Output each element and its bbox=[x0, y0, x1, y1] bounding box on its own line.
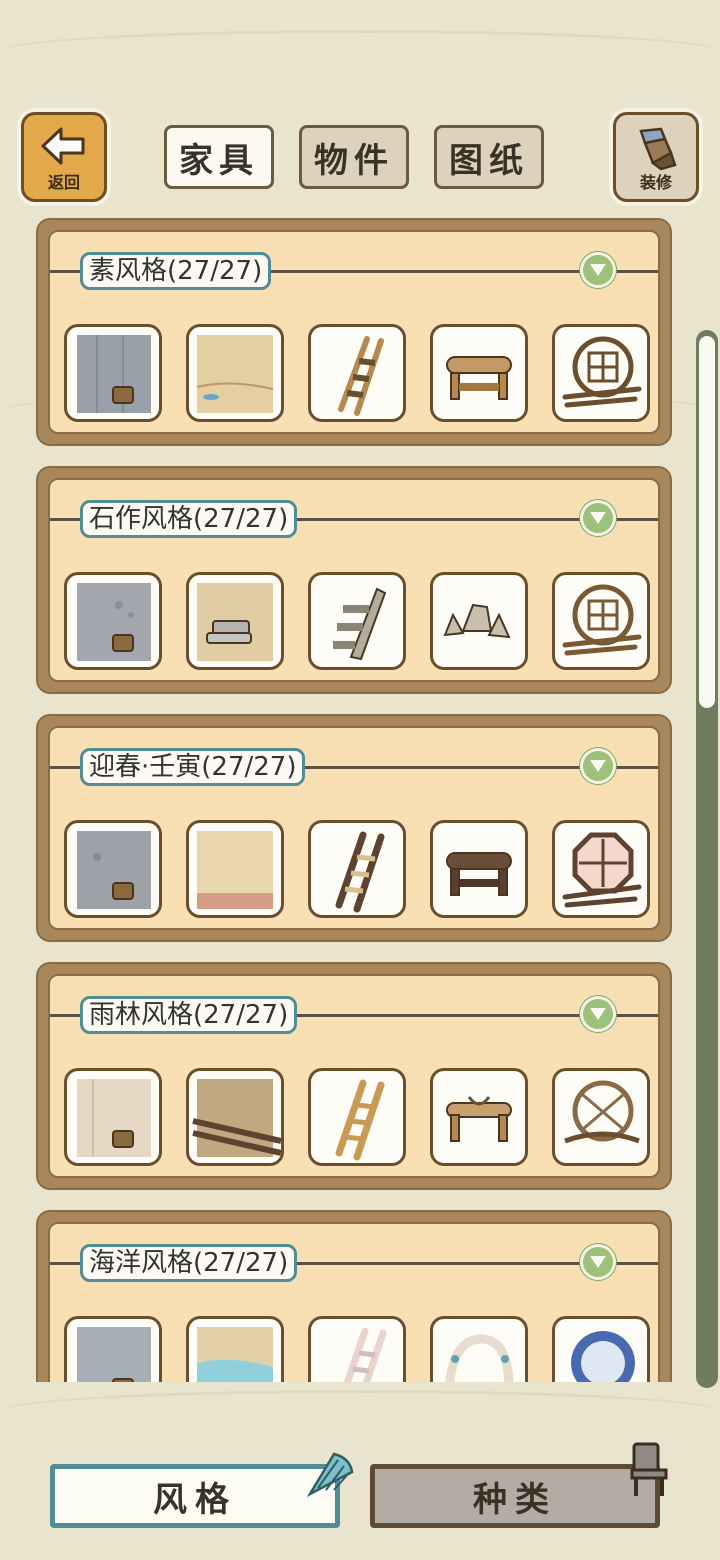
wall-icon bbox=[77, 831, 151, 909]
chevron-down-icon bbox=[590, 512, 606, 524]
item-tile-ladder[interactable] bbox=[308, 820, 406, 918]
floor-icon bbox=[196, 335, 274, 413]
style-set-panel: 石作风格(27/27) bbox=[36, 466, 672, 694]
tab-category-label: 种类 bbox=[473, 1479, 557, 1520]
collapse-button[interactable] bbox=[580, 996, 616, 1032]
chair-icon bbox=[630, 1442, 668, 1496]
scrollbar-thumb[interactable] bbox=[699, 336, 715, 708]
rocks-icon bbox=[443, 603, 511, 639]
decorate-button[interactable]: 装修 bbox=[613, 112, 699, 202]
item-tile-round-window[interactable] bbox=[552, 324, 650, 422]
ladder-icon bbox=[335, 1079, 385, 1161]
style-set-title: 海洋风格(27/27) bbox=[80, 1244, 298, 1282]
chevron-down-icon bbox=[590, 1008, 606, 1020]
item-tile-round-window[interactable] bbox=[552, 572, 650, 670]
rope-bench-icon bbox=[446, 1096, 512, 1142]
wall-icon bbox=[77, 1327, 151, 1382]
chevron-down-icon bbox=[590, 1256, 606, 1268]
tab-style-label: 风格 bbox=[153, 1479, 237, 1520]
item-tile-log-bench[interactable] bbox=[430, 324, 528, 422]
back-button[interactable]: 返回 bbox=[21, 112, 107, 202]
style-list[interactable]: 素风格(27/27) 石作风格(27/27) 迎春·壬寅(27/27) 雨林风格… bbox=[0, 214, 720, 1382]
floor-icon bbox=[192, 1079, 281, 1157]
item-tile-porthole-window[interactable] bbox=[552, 1316, 650, 1382]
back-arrow-icon bbox=[41, 127, 85, 165]
paint-brush-icon bbox=[639, 127, 677, 171]
porthole-window-icon bbox=[571, 1331, 635, 1382]
collapse-button[interactable] bbox=[580, 748, 616, 784]
wall-icon bbox=[77, 583, 151, 661]
item-tile-wall[interactable] bbox=[64, 1068, 162, 1166]
decorate-label: 装修 bbox=[639, 173, 672, 192]
style-set-panel: 素风格(27/27) bbox=[36, 218, 672, 446]
tab-furniture[interactable]: 家具 bbox=[164, 125, 274, 189]
item-tile-floor[interactable] bbox=[186, 820, 284, 918]
round-window-icon bbox=[562, 336, 642, 408]
style-set-title: 素风格(27/27) bbox=[80, 252, 272, 290]
tab-furniture-label: 家具 bbox=[179, 140, 259, 181]
background-texture bbox=[0, 30, 720, 73]
style-set-title: 迎春·壬寅(27/27) bbox=[80, 748, 306, 786]
item-tile-wall[interactable] bbox=[64, 572, 162, 670]
item-tile-floor[interactable] bbox=[186, 324, 284, 422]
ladder-icon bbox=[343, 1327, 387, 1382]
back-label: 返回 bbox=[47, 173, 80, 192]
floor-icon bbox=[197, 583, 273, 661]
item-tile-floor[interactable] bbox=[186, 572, 284, 670]
item-tile-octagon-window[interactable] bbox=[552, 820, 650, 918]
floor-icon bbox=[197, 831, 273, 909]
style-set-panel: 迎春·壬寅(27/27) bbox=[36, 714, 672, 942]
round-window-icon bbox=[562, 584, 642, 656]
log-bench-icon bbox=[446, 852, 512, 896]
item-tile-wall[interactable] bbox=[64, 324, 162, 422]
tab-blueprints-label: 图纸 bbox=[449, 140, 529, 181]
style-set-panel: 海洋风格(27/27) bbox=[36, 1210, 672, 1382]
log-bench-icon bbox=[446, 356, 512, 400]
stone-stairs-icon bbox=[333, 587, 387, 661]
style-set-panel: 雨林风格(27/27) bbox=[36, 962, 672, 1190]
ladder-icon bbox=[335, 831, 385, 913]
item-tile-wall[interactable] bbox=[64, 820, 162, 918]
style-set-title: 石作风格(27/27) bbox=[80, 500, 298, 538]
background-texture bbox=[0, 1390, 720, 1433]
item-tile-ladder[interactable] bbox=[308, 1316, 406, 1382]
tab-style[interactable]: 风格 bbox=[50, 1464, 340, 1528]
item-tile-rope-bench[interactable] bbox=[430, 1068, 528, 1166]
floor-icon bbox=[197, 1327, 273, 1382]
item-tile-log-bench[interactable] bbox=[430, 820, 528, 918]
tab-blueprints[interactable]: 图纸 bbox=[434, 125, 544, 189]
seashell-icon bbox=[306, 1452, 354, 1498]
ladder-icon bbox=[338, 336, 384, 416]
tab-objects[interactable]: 物件 bbox=[299, 125, 409, 189]
item-tile-ladder[interactable] bbox=[308, 324, 406, 422]
item-tile-vine-window[interactable] bbox=[552, 1068, 650, 1166]
collapse-button[interactable] bbox=[580, 500, 616, 536]
octagon-window-icon bbox=[562, 832, 642, 908]
item-tile-ladder[interactable] bbox=[308, 1068, 406, 1166]
wall-icon bbox=[77, 1079, 151, 1157]
item-tile-shell-arch[interactable] bbox=[430, 1316, 528, 1382]
item-tile-wall[interactable] bbox=[64, 1316, 162, 1382]
tab-objects-label: 物件 bbox=[314, 140, 394, 181]
wall-icon bbox=[77, 335, 151, 413]
collapse-button[interactable] bbox=[580, 252, 616, 288]
style-set-title: 雨林风格(27/27) bbox=[80, 996, 298, 1034]
item-tile-floor[interactable] bbox=[186, 1068, 284, 1166]
tab-category[interactable]: 种类 bbox=[370, 1464, 660, 1528]
item-tile-rocks[interactable] bbox=[430, 572, 528, 670]
item-tile-stone-stairs[interactable] bbox=[308, 572, 406, 670]
collapse-button[interactable] bbox=[580, 1244, 616, 1280]
chevron-down-icon bbox=[590, 264, 606, 276]
shell-arch-icon bbox=[445, 1334, 514, 1382]
item-tile-floor[interactable] bbox=[186, 1316, 284, 1382]
chevron-down-icon bbox=[590, 760, 606, 772]
scrollbar[interactable] bbox=[696, 330, 718, 1388]
vine-window-icon bbox=[564, 1080, 640, 1144]
